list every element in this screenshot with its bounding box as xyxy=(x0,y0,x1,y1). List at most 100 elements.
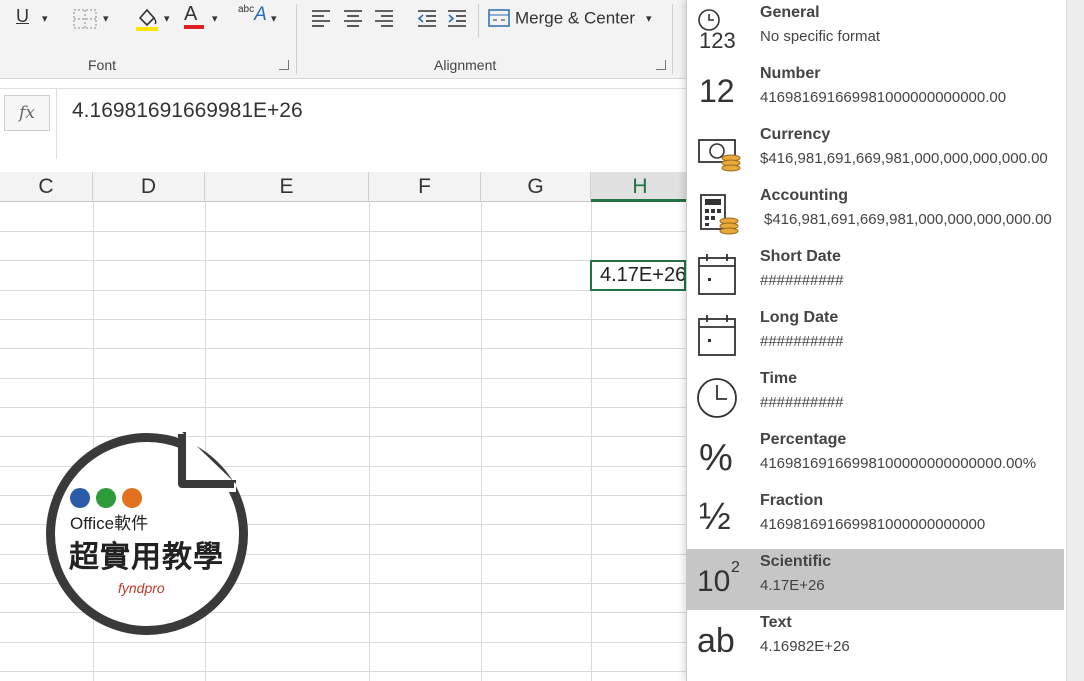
borders-button[interactable] xyxy=(72,8,98,35)
number-format-dropdown: 123 General No specific format 12 Number… xyxy=(686,0,1067,681)
format-item-time[interactable]: Time ########## xyxy=(687,366,1064,427)
align-right-button[interactable] xyxy=(373,8,395,33)
format-item-short-date[interactable]: Short Date ########## xyxy=(687,244,1064,305)
increase-indent-icon xyxy=(448,10,466,27)
format-item-text[interactable]: ab Text 4.16982E+26 xyxy=(687,610,1064,671)
font-color-bar xyxy=(184,25,204,29)
logo-dot-blue xyxy=(70,488,90,508)
format-sample: 41698169166998100000000000000.00% xyxy=(760,455,1037,472)
format-sample: ########## xyxy=(760,272,844,289)
font-color-button[interactable]: A xyxy=(184,4,204,29)
formula-bar-separator xyxy=(56,89,57,159)
column-line xyxy=(369,202,370,681)
format-sample: No specific format xyxy=(760,28,881,45)
format-name: General xyxy=(760,4,820,21)
paint-bucket-icon xyxy=(136,8,158,31)
logo-line2: 超實用教學 xyxy=(69,541,224,574)
format-item-general[interactable]: 123 General No specific format xyxy=(687,0,1064,61)
row-line xyxy=(0,319,690,320)
merge-center-icon xyxy=(488,9,510,27)
format-name: Long Date xyxy=(760,309,839,326)
column-header-e[interactable]: E xyxy=(205,172,369,202)
dropdown-scrollbar[interactable] xyxy=(1066,0,1084,681)
icon-123-text: 123 xyxy=(699,28,736,53)
ribbon: U ▾ ▾ ▾ A ▾ abcA ▾ Font Merge & Center ▾… xyxy=(0,0,690,79)
font-dialog-launcher[interactable] xyxy=(279,60,289,70)
alignment-dialog-launcher[interactable] xyxy=(656,60,666,70)
icon-scientific-base: 10 xyxy=(697,565,731,598)
format-item-currency[interactable]: Currency $416,981,691,669,981,000,000,00… xyxy=(687,122,1064,183)
format-name: Fraction xyxy=(760,492,824,509)
group-separator xyxy=(478,4,479,38)
format-sample: 416981691669981000000000000 xyxy=(760,516,986,533)
row-line xyxy=(0,378,690,379)
column-header-f[interactable]: F xyxy=(369,172,481,202)
orientation-small-text: abc xyxy=(238,4,255,15)
column-header-h[interactable]: H xyxy=(591,172,690,202)
group-separator xyxy=(672,4,673,74)
font-color-dropdown-icon[interactable]: ▾ xyxy=(212,12,218,25)
alignment-group-label: Alignment xyxy=(434,57,497,73)
format-item-number[interactable]: 12 Number 416981691669981000000000000.00 xyxy=(687,61,1064,122)
fx-icon: fx xyxy=(19,103,35,123)
align-left-icon xyxy=(312,10,330,27)
row-line xyxy=(0,290,690,291)
format-sample: $416,981,691,669,981,000,000,000,000.00 xyxy=(760,150,1048,167)
row-line xyxy=(0,348,690,349)
row-line xyxy=(0,436,690,437)
format-sample: ########## xyxy=(760,333,844,350)
format-item-accounting[interactable]: Accounting $416,981,691,669,981,000,000,… xyxy=(687,183,1064,244)
format-item-long-date[interactable]: Long Date ########## xyxy=(687,305,1064,366)
column-header-g[interactable]: G xyxy=(481,172,591,202)
format-item-fraction[interactable]: ½ Fraction 416981691669981000000000000 xyxy=(687,488,1064,549)
format-sample: 416981691669981000000000000.00 xyxy=(760,89,1007,106)
align-center-button[interactable] xyxy=(342,8,364,33)
column-header-d[interactable]: D xyxy=(93,172,205,202)
row-line xyxy=(0,642,690,643)
logo-dot-orange xyxy=(122,488,142,508)
increase-indent-button[interactable] xyxy=(446,8,468,33)
underline-button[interactable]: U xyxy=(16,6,29,27)
format-item-scientific[interactable]: 10 2 Scientific 4.17E+26 xyxy=(687,549,1064,610)
scientific-icon: 10 2 xyxy=(695,555,743,605)
format-name: Percentage xyxy=(760,431,847,448)
format-name: Text xyxy=(760,614,792,631)
format-name: Accounting xyxy=(760,187,848,204)
merge-center-button[interactable]: Merge & Center xyxy=(488,7,635,28)
column-header-c[interactable]: C xyxy=(0,172,93,202)
font-color-letter: A xyxy=(184,3,198,25)
row-line xyxy=(0,671,690,672)
align-left-button[interactable] xyxy=(310,8,332,33)
orientation-big-letter: A xyxy=(254,4,267,25)
icon-ab-text: ab xyxy=(697,622,735,660)
fraction-icon: ½ xyxy=(695,494,743,544)
merge-dropdown-icon[interactable]: ▾ xyxy=(646,12,652,25)
decrease-indent-icon xyxy=(417,10,436,27)
icon-scientific-exponent: 2 xyxy=(731,559,740,576)
align-center-icon xyxy=(344,10,362,27)
orientation-button[interactable]: abcA xyxy=(238,4,267,26)
active-cell-h[interactable]: 4.17E+26 xyxy=(590,260,686,291)
orientation-dropdown-icon[interactable]: ▾ xyxy=(271,12,277,25)
format-sample: ########## xyxy=(760,394,844,411)
borders-dropdown-icon[interactable]: ▾ xyxy=(103,12,109,25)
row-line xyxy=(0,407,690,408)
format-name: Short Date xyxy=(760,248,841,265)
underline-dropdown-icon[interactable]: ▾ xyxy=(42,12,48,25)
insert-function-button[interactable]: fx xyxy=(4,95,50,131)
format-name: Time xyxy=(760,370,798,387)
formula-bar: fx 4.16981691669981E+26 xyxy=(0,88,690,159)
format-sample: $416,981,691,669,981,000,000,000,000.00 xyxy=(764,211,1052,228)
merge-center-label: Merge & Center xyxy=(515,8,636,28)
fill-color-button[interactable] xyxy=(134,6,160,37)
logo-brand: fyndpro xyxy=(118,580,165,596)
fill-color-dropdown-icon[interactable]: ▾ xyxy=(164,12,170,25)
format-name: Scientific xyxy=(760,553,832,570)
icon-fraction-text: ½ xyxy=(699,496,731,538)
text-ab-icon: ab xyxy=(695,616,743,666)
logo-dot-green xyxy=(96,488,116,508)
decrease-indent-button[interactable] xyxy=(416,8,438,33)
formula-input[interactable]: 4.16981691669981E+26 xyxy=(72,99,303,123)
accounting-calculator-icon xyxy=(695,189,743,239)
format-item-percentage[interactable]: % Percentage 416981691669981000000000000… xyxy=(687,427,1064,488)
